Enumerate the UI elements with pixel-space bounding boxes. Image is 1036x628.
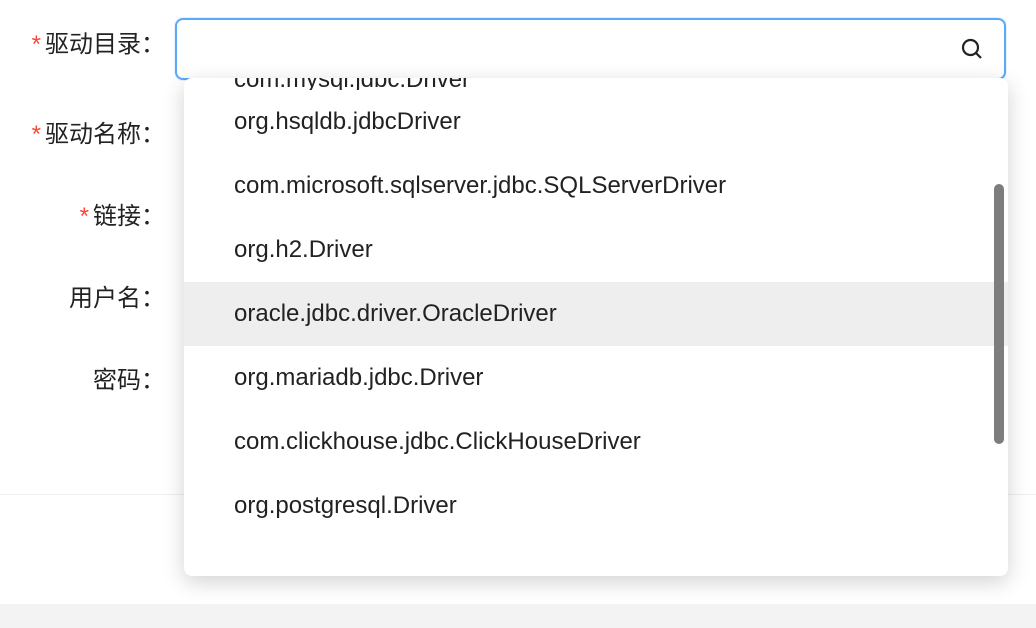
label-text: 用户名： bbox=[69, 285, 165, 312]
label-link: *链接： bbox=[0, 190, 175, 244]
required-star: * bbox=[32, 31, 41, 58]
search-icon[interactable] bbox=[960, 37, 984, 61]
required-star: * bbox=[32, 121, 41, 148]
dropdown-list: com.mysql.jdbc.Driverorg.hsqldb.jdbcDriv… bbox=[184, 78, 1008, 576]
label-driver-dir: *驱动目录： bbox=[0, 18, 175, 72]
dropdown-option[interactable]: org.postgresql.Driver bbox=[184, 474, 1008, 538]
dropdown-option[interactable]: org.h2.Driver bbox=[184, 218, 1008, 282]
required-star: * bbox=[80, 203, 89, 230]
dropdown-option[interactable]: com.clickhouse.jdbc.ClickHouseDriver bbox=[184, 410, 1008, 474]
driver-dir-search-wrap bbox=[175, 18, 1006, 80]
footer-grey-band bbox=[0, 604, 1036, 628]
scrollbar-track[interactable] bbox=[994, 84, 1004, 570]
label-text: 链接： bbox=[93, 203, 165, 230]
label-driver-name: *驱动名称： bbox=[0, 108, 175, 162]
driver-dropdown-panel: com.mysql.jdbc.Driverorg.hsqldb.jdbcDriv… bbox=[184, 78, 1008, 576]
input-cell-driver-dir bbox=[175, 18, 1036, 80]
dropdown-option[interactable]: org.mariadb.jdbc.Driver bbox=[184, 346, 1008, 410]
dropdown-option[interactable]: com.microsoft.sqlserver.jdbc.SQLServerDr… bbox=[184, 154, 1008, 218]
label-password: 密码： bbox=[0, 354, 175, 408]
label-text: 驱动名称： bbox=[45, 121, 165, 148]
dropdown-option[interactable]: org.hsqldb.jdbcDriver bbox=[184, 90, 1008, 154]
dropdown-scroll-area: com.mysql.jdbc.Driverorg.hsqldb.jdbcDriv… bbox=[184, 78, 1008, 576]
scrollbar-thumb[interactable] bbox=[994, 184, 1004, 444]
label-username: 用户名： bbox=[0, 272, 175, 326]
dropdown-option[interactable]: com.mysql.jdbc.Driver bbox=[184, 78, 1008, 90]
driver-dir-search-input[interactable] bbox=[175, 18, 1006, 80]
dropdown-option-partial[interactable] bbox=[184, 538, 1008, 550]
dropdown-option[interactable]: oracle.jdbc.driver.OracleDriver bbox=[184, 282, 1008, 346]
row-driver-dir: *驱动目录： bbox=[0, 10, 1036, 80]
label-text: 驱动目录： bbox=[45, 31, 165, 58]
label-text: 密码： bbox=[93, 367, 165, 394]
